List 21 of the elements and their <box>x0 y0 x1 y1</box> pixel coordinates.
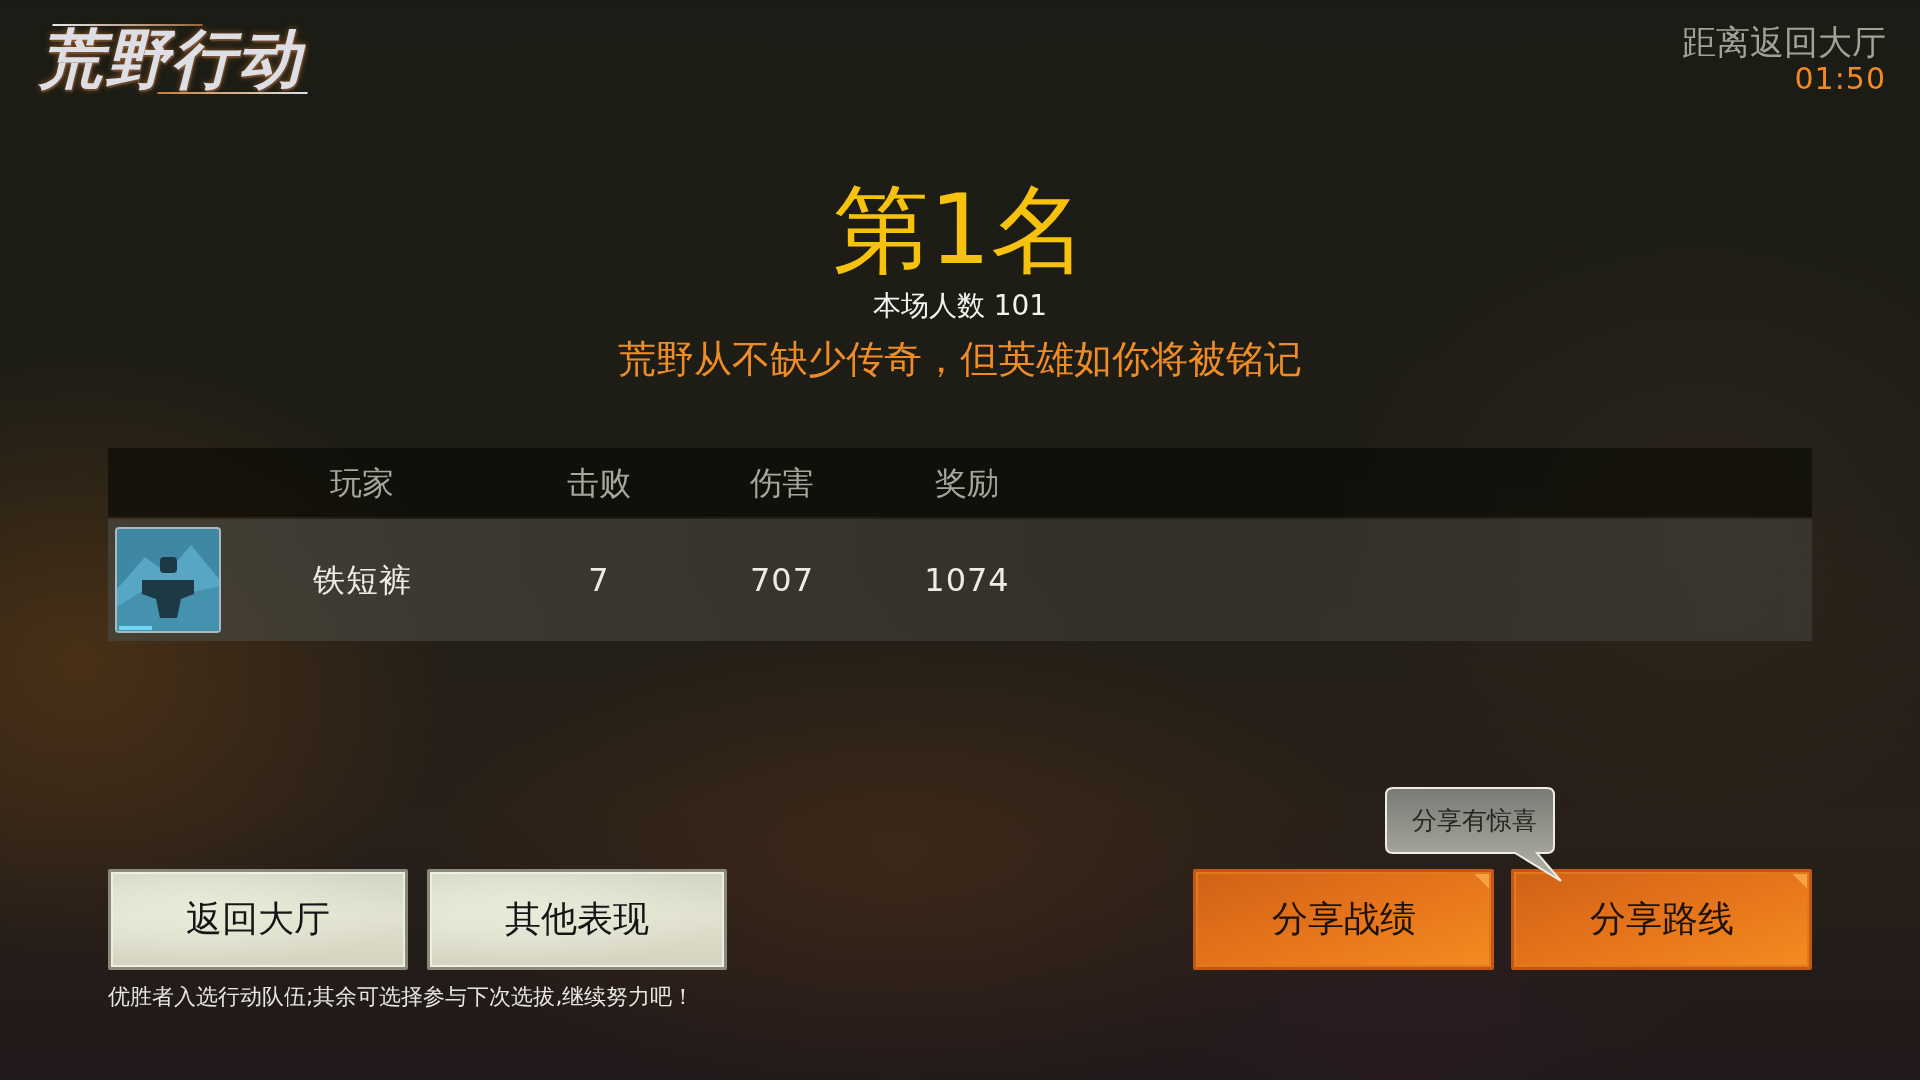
menu-button[interactable]: 其他表现 <box>427 869 727 970</box>
game-logo: 荒野行动 <box>20 22 332 96</box>
table-cell: 707 <box>749 561 815 599</box>
menu-button[interactable]: 返回大厅 <box>108 869 408 970</box>
share-button[interactable]: 分享路线 <box>1511 869 1812 970</box>
tooltip: 分享有惊喜 <box>1385 787 1563 882</box>
avatar-icon <box>115 527 221 633</box>
motto-text: 荒野从不缺少传奇，但英雄如你将被铭记 <box>618 337 1302 381</box>
share-button[interactable]: 分享战绩 <box>1193 869 1494 970</box>
column-header: 伤害 <box>750 463 814 502</box>
table-cell: 1074 <box>924 561 1010 599</box>
column-header: 奖励 <box>935 463 999 502</box>
countdown-timer: 01:50 <box>1793 62 1886 96</box>
table-cell: 7 <box>588 561 610 599</box>
column-header: 玩家 <box>330 463 394 502</box>
footer-note: 优胜者入选行动队伍;其余可选择参与下次选拔,继续努力吧！ <box>108 983 696 1011</box>
column-header: 击败 <box>567 463 631 502</box>
table-cell: 铁短裤 <box>312 561 412 599</box>
rank-title: 第1名 <box>833 174 1087 286</box>
player-count: 本场人数 101 <box>872 289 1048 322</box>
countdown-label: 距离返回大厅 <box>1682 22 1886 62</box>
